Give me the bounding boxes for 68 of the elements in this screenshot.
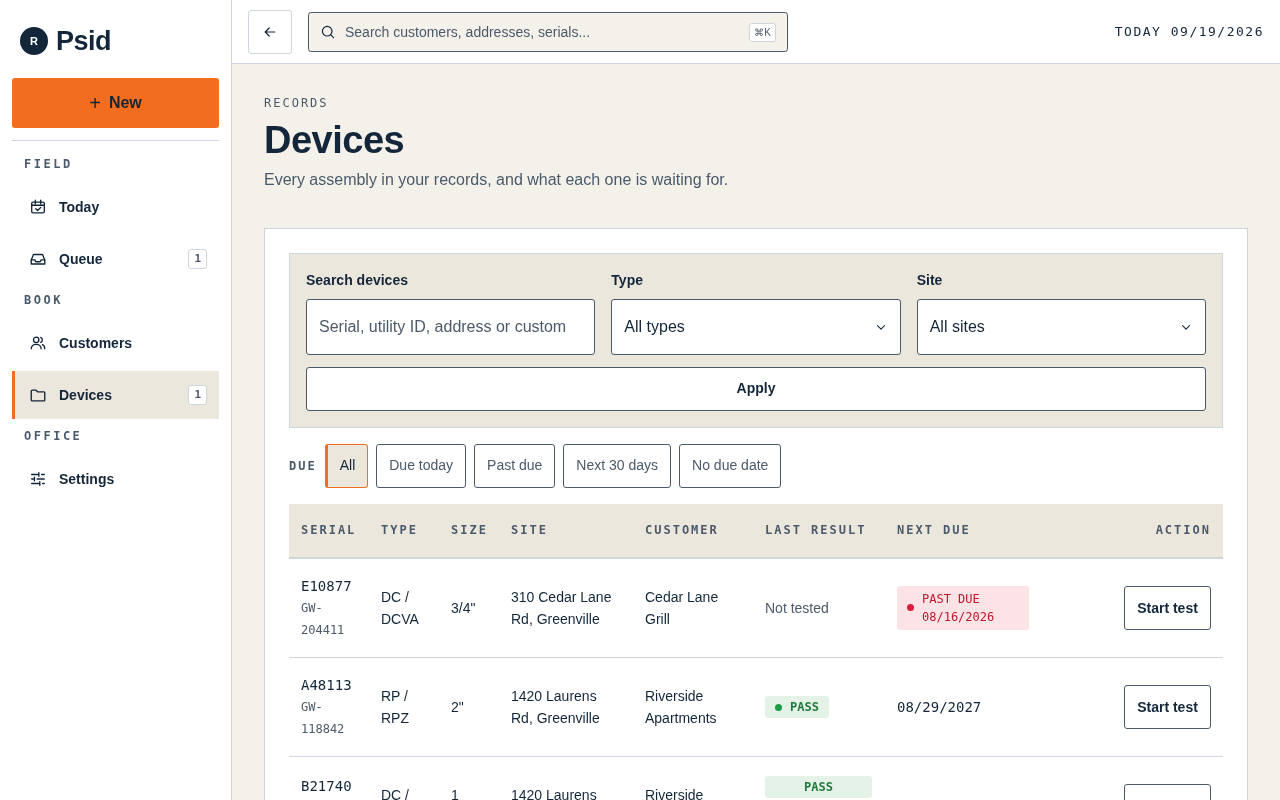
status-badge: PASS	[765, 696, 829, 719]
start-test-button[interactable]: Start test	[1124, 585, 1211, 630]
status-badge: PASS	[765, 775, 872, 798]
count-badge: 1	[188, 248, 207, 270]
table-cell: 2"	[439, 657, 499, 757]
page-subtitle: Every assembly in your records, and what each one is waiting for.	[264, 169, 730, 190]
table-cell: DC /	[369, 756, 439, 800]
column-header: ACTION	[1103, 503, 1223, 558]
count-badge: 1	[188, 384, 207, 406]
result-text: Not tested	[765, 599, 829, 616]
filter-chip[interactable]: Past due	[474, 443, 556, 488]
table-cell: Riverside Apartments	[633, 657, 753, 757]
serial-text: A48113	[301, 675, 353, 695]
start-test-button[interactable]: Start test	[1124, 684, 1211, 729]
table-cell: 1	[439, 756, 499, 800]
column-header: SERIAL	[289, 503, 369, 558]
section-heading: FIELD	[23, 156, 74, 173]
filter-label: DUE	[289, 457, 317, 475]
column-header: SITE	[499, 503, 633, 558]
sidebar-item[interactable]: Today	[12, 183, 219, 231]
field-label: Type	[611, 270, 644, 290]
select-field[interactable]: All sites	[916, 298, 1206, 355]
column-header: LAST RESULT	[753, 503, 885, 558]
column-header: SIZE	[439, 503, 499, 558]
today-date: TODAY 09/19/2026	[1114, 22, 1264, 41]
filter-chip[interactable]: No due date	[679, 443, 782, 488]
plus-icon: +	[89, 88, 101, 118]
status-badge: PAST DUE 08/16/2026	[897, 585, 1029, 630]
field-label: Site	[916, 270, 944, 290]
column-header: CUSTOMER	[633, 503, 753, 558]
new-button[interactable]: + New	[12, 78, 219, 128]
folder-icon	[29, 386, 47, 404]
select-field[interactable]: All types	[611, 298, 901, 355]
search-icon	[320, 23, 336, 40]
sliders-icon	[29, 470, 47, 488]
field-label: Search devices	[306, 270, 409, 290]
due-date: 08/29/2027	[897, 698, 982, 715]
apply-button[interactable]: Apply	[306, 366, 1206, 411]
sidebar-item[interactable]: Settings	[12, 455, 219, 503]
utility-id-text: GW-118842	[301, 698, 346, 738]
sidebar-item[interactable]: Customers	[12, 319, 219, 367]
table-cell: RP / RPZ	[369, 657, 439, 757]
section-heading: BOOK	[23, 292, 64, 309]
search-field[interactable]: Serial, utility ID, address or custom	[306, 298, 596, 355]
column-header: TYPE	[369, 503, 439, 558]
brand-name: Psid	[56, 24, 112, 58]
column-header: NEXT DUE	[885, 503, 1103, 558]
table-cell: 1420 Laurens Rd, Greenville	[499, 657, 633, 757]
table-cell: Cedar Lane Grill	[633, 557, 753, 658]
table-cell: 1420 Laurens	[499, 756, 633, 800]
filter-chip[interactable]: Due today	[376, 443, 467, 488]
table-cell: 310 Cedar Lane Rd, Greenville	[499, 557, 633, 658]
page-eyebrow: RECORDS	[264, 95, 330, 112]
people-icon	[29, 334, 47, 352]
filter-chip[interactable]: All	[324, 443, 369, 488]
filter-chip[interactable]: Next 30 days	[563, 443, 672, 488]
serial-text: B21740	[301, 776, 353, 796]
page-title: Devices	[264, 118, 406, 163]
sidebar-item[interactable]: Devices 1	[12, 371, 219, 419]
section-heading: OFFICE	[23, 428, 84, 445]
table-cell: DC / DCVA	[369, 557, 439, 658]
logo-icon: R	[20, 27, 48, 55]
calendar-icon	[29, 198, 47, 216]
table-cell: Riverside	[633, 756, 753, 800]
table-cell: 3/4"	[439, 557, 499, 658]
serial-text: E10877	[301, 576, 353, 596]
sidebar-item[interactable]: Queue 1	[12, 235, 219, 283]
utility-id-text: GW-204411	[301, 599, 346, 639]
